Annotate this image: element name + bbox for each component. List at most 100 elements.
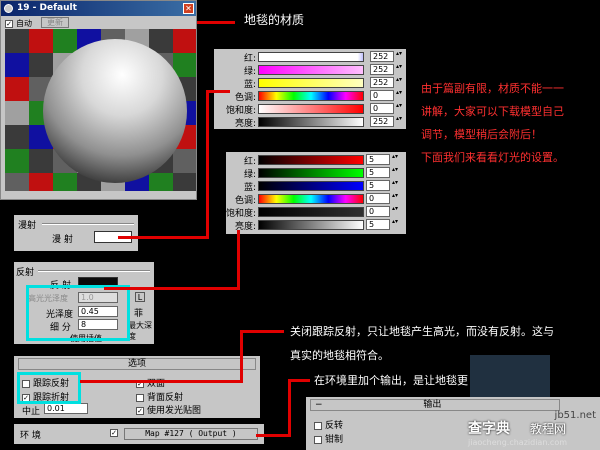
checker-cell [173,173,196,191]
spinner-arrows-icon[interactable]: ▴▾ [396,51,402,62]
channel-gradient-slider[interactable] [258,91,364,101]
channel-label: 红: [243,157,256,167]
channel-value-input[interactable]: 0 [366,206,390,217]
pointer-line [80,380,242,383]
spinner-arrows-icon[interactable]: ▴▾ [396,77,402,88]
watermark: jb51.net 查字典 教程网 jiaocheng.chazidian.com [462,408,600,450]
channel-value-input[interactable]: 252 [370,77,394,88]
side-fresnel-label: 菲 [134,309,144,319]
environment-label: 环 境 [20,431,41,441]
channel-value-input[interactable]: 252 [370,51,394,62]
pointer-line [206,90,209,239]
environment-map-button[interactable]: Map #127 ( Output ) [124,428,258,440]
reflect-on-back-checkbox[interactable] [136,393,144,402]
use-glossy-option[interactable]: ✓ 使用发光贴图 [136,403,201,416]
pointer-line [206,90,230,93]
collapse-icon: − [315,400,323,410]
channel-label: 蓝: [243,80,256,90]
channel-gradient-slider[interactable] [258,155,364,165]
environment-checkbox[interactable]: ✓ [110,428,121,438]
channel-value-input[interactable]: 5 [366,167,390,178]
diffuse-rollout: 漫射 漫 射 [14,215,138,251]
channel-label: 亮度: [234,222,256,232]
pointer-line [288,379,291,437]
pointer-line [118,236,208,239]
spinner-arrows-icon[interactable]: ▴▾ [396,103,402,114]
checker-cell [173,29,196,53]
material-editor-window: 19 - Default ✕ ✓ 自动 更新 [0,0,197,200]
checker-cell [5,101,29,125]
spinner-arrows-icon[interactable]: ▴▾ [392,154,398,165]
highlight-box-gloss [26,285,130,341]
spinner-arrows-icon[interactable]: ▴▾ [392,193,398,204]
channel-gradient-slider[interactable] [258,78,364,88]
checker-cell [5,29,29,53]
channel-value-input[interactable]: 252 [370,64,394,75]
spinner-arrows-icon[interactable]: ▴▾ [396,116,402,127]
channel-label: 饱和度: [225,106,256,116]
channel-value-input[interactable]: 5 [366,180,390,191]
spinner-arrows-icon[interactable]: ▴▾ [396,90,402,101]
checker-cell [5,77,29,101]
checker-cell [53,29,77,53]
channel-label: 色调: [234,196,256,206]
note-lights: 下面我们来看看灯光的设置。 [421,151,564,164]
cutoff-input[interactable]: 0.01 [44,403,88,414]
checker-cell [29,173,53,191]
trace-note-line-1: 关闭跟踪反射，只让地毯产生高光，而没有反射。这与 [290,325,554,338]
side-max-depth-label: 最大深度 [128,321,152,341]
note-line-2: 讲解，大家可以下载模型自己 [421,105,564,118]
spinner-arrows-icon[interactable]: ▴▾ [396,64,402,75]
channel-value-input[interactable]: 0 [370,103,394,114]
channel-gradient-slider[interactable] [258,220,364,230]
pointer-line [240,330,284,333]
diffuse-section-label: 漫射 [18,221,37,231]
use-glossy-checkbox[interactable]: ✓ [136,406,144,415]
channel-value-input[interactable]: 5 [366,154,390,165]
spinner-arrows-icon[interactable]: ▴▾ [392,206,398,217]
invert-checkbox[interactable] [314,421,322,430]
checker-cell [29,29,53,53]
clamp-checkbox[interactable] [314,435,322,444]
spinner-arrows-icon[interactable]: ▴▾ [392,167,398,178]
cutoff-label: 中止 [22,407,41,417]
channel-gradient-slider[interactable] [258,194,364,204]
channel-label: 红: [243,54,256,64]
close-button[interactable]: ✕ [183,3,194,14]
channel-value-input[interactable]: 0 [366,193,390,204]
divider [42,223,134,225]
spinner-arrows-icon[interactable]: ▴▾ [392,180,398,191]
channel-value-input[interactable]: 252 [370,116,394,127]
watermark-sub: 教程网 [530,422,567,436]
channel-gradient-slider[interactable] [258,168,364,178]
channel-label: 绿: [243,67,256,77]
checker-cell [29,149,53,173]
channel-gradient-slider[interactable] [258,52,364,62]
material-ball-icon [4,4,13,13]
checker-cell [173,149,196,173]
clamp-option[interactable]: 钳制 [314,432,343,445]
side-l-button[interactable]: L [135,292,145,302]
channel-gradient-slider[interactable] [258,65,364,75]
options-title[interactable]: 选项 [18,358,256,370]
pointer-line [237,230,240,290]
channel-value-input[interactable]: 0 [370,90,394,101]
reflect-on-back-option[interactable]: 背面反射 [136,390,183,403]
channel-label: 蓝: [243,183,256,193]
channel-gradient-slider[interactable] [258,207,364,217]
checker-cell [5,149,29,173]
channel-gradient-slider[interactable] [258,117,364,127]
annotation-environment: 在环境里加个输出，是让地毯更 [314,374,468,387]
window-title: 19 - Default [17,3,77,13]
channel-gradient-slider[interactable] [258,104,364,114]
channel-label: 绿: [243,170,256,180]
invert-option[interactable]: 反转 [314,418,343,431]
channel-value-input[interactable]: 5 [366,219,390,230]
auto-checkbox[interactable]: ✓ [5,19,13,28]
checker-cell [5,125,29,149]
spinner-arrows-icon[interactable]: ▴▾ [392,219,398,230]
update-button[interactable]: 更新 [41,17,69,28]
auto-checkbox-row[interactable]: ✓ 自动 [5,18,32,29]
window-title-bar: 19 - Default ✕ [1,1,196,16]
channel-gradient-slider[interactable] [258,181,364,191]
